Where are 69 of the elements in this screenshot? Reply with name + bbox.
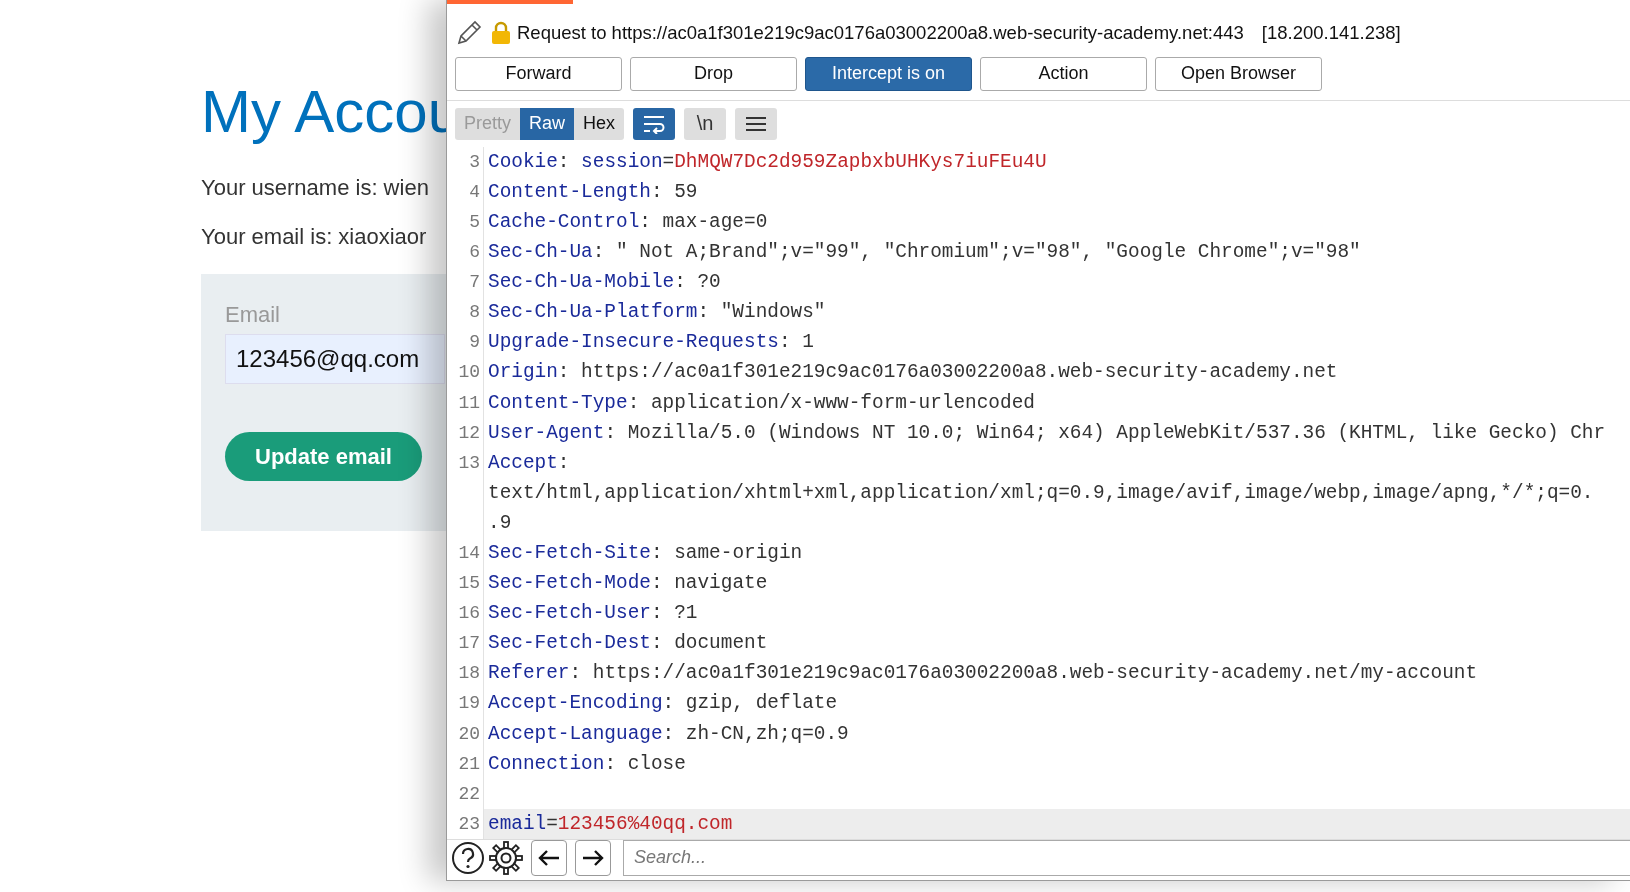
line-number: 19 [458, 693, 480, 714]
code-line: Accept: [488, 451, 570, 474]
email-text: Your email is: xiaoxiaor [201, 225, 427, 249]
line-number: 21 [458, 753, 480, 774]
line-number: 15 [458, 573, 480, 594]
view-tab[interactable]: Raw [520, 107, 575, 140]
line-number: 13 [458, 452, 480, 473]
code-line: Accept-Language: zh-CN,zh;q=0.9 [488, 722, 849, 745]
code-line: Cache-Control: max-age=0 [488, 210, 768, 233]
menu-icon [745, 114, 768, 133]
line-number: 17 [458, 633, 480, 654]
search-field[interactable]: Search... [623, 839, 1630, 876]
menu-button[interactable] [735, 107, 778, 140]
toolbar-button[interactable]: Drop [630, 56, 797, 91]
code-line: Sec-Ch-Ua: " Not A;Brand";v="99", "Chromium";v="98", "Google Chrome";v="98" [488, 241, 1361, 264]
line-number: 20 [458, 723, 480, 744]
newline-toggle-button[interactable]: \n [684, 107, 727, 140]
code-line: Sec-Fetch-User: ?1 [488, 602, 698, 625]
line-number: 18 [458, 663, 480, 684]
help-icon [451, 840, 485, 875]
code-line: .9 [488, 511, 512, 534]
forward-button[interactable] [575, 839, 611, 876]
wrap-toggle-button[interactable] [633, 107, 676, 140]
line-number: 7 [469, 272, 480, 293]
code-line: email=123456%40qq.com [488, 812, 733, 835]
line-number: 10 [458, 362, 480, 383]
line-number: 3 [469, 151, 480, 172]
settings-icon [489, 840, 523, 875]
toolbar-button[interactable]: Intercept is on [805, 56, 972, 91]
right-arrow-icon [581, 847, 605, 868]
wrap-icon [642, 113, 667, 134]
line-number: 14 [458, 543, 480, 563]
code-line: Sec-Ch-Ua-Platform: "Windows" [488, 301, 826, 324]
ip-address-text: [18.200.141.238] [1261, 22, 1401, 45]
code-line: text/html,application/xhtml+xml,application/xml;q=0.9,image/avif,image/webp,image/apng,*/*;q=0. [488, 481, 1594, 504]
code-line: Origin: https://ac0a1f301e219c9ac0176a03002200a8.web-security-academy.net [488, 361, 1338, 384]
code-line: Referer: https://ac0a1f301e219c9ac0176a03002200a8.web-security-academy.net/my-account [488, 662, 1478, 685]
line-number: 22 [458, 783, 480, 804]
code-line: User-Agent: Mozilla/5.0 (Windows NT 10.0; Win64; x64) AppleWebKit/537.36 (KHTML, like Gecko) Chr [488, 421, 1606, 444]
code-line: Content-Type: application/x-www-form-urlencoded [488, 391, 1035, 414]
code-line: Connection: close [488, 752, 686, 775]
line-number: 9 [469, 332, 480, 353]
username-text: Your username is: wien [201, 176, 429, 200]
code-line: Sec-Fetch-Dest: document [488, 632, 768, 655]
line-number: 12 [458, 422, 480, 443]
line-number: 11 [458, 392, 480, 413]
code-line: Sec-Fetch-Mode: navigate [488, 572, 768, 595]
request-url-text: Request to https://ac0a1f301e219c9ac0176a03002200a8.web-security-academy.net:443 [517, 22, 1244, 45]
code-line: Cookie: session=DhMQW7Dc2d959ZapbxbUHKys7iuFEu4U [488, 150, 1047, 173]
code-line: Accept-Encoding: gzip, deflate [488, 692, 838, 715]
lock-icon [491, 21, 511, 46]
back-button[interactable] [531, 839, 567, 876]
left-arrow-icon [537, 847, 561, 868]
code-line: Content-Length: 59 [488, 180, 698, 203]
view-tab[interactable]: Hex [574, 107, 625, 140]
toolbar-button[interactable]: Forward [455, 56, 622, 91]
line-number: 16 [458, 603, 480, 624]
toolbar-button[interactable]: Action [980, 56, 1147, 91]
field-label: Email [225, 302, 280, 328]
toolbar-button[interactable]: Open Browser [1155, 56, 1322, 91]
line-number: 5 [469, 211, 480, 232]
line-number: 23 [458, 813, 480, 834]
code-line: Sec-Fetch-Site: same-origin [488, 542, 803, 564]
line-number: 6 [469, 242, 480, 263]
code-line: Upgrade-Insecure-Requests: 1 [488, 331, 814, 354]
email-field[interactable]: 123456@qq.com [225, 334, 445, 384]
line-number: 8 [469, 302, 480, 323]
code-line: Sec-Ch-Ua-Mobile: ?0 [488, 271, 721, 294]
line-number: 4 [469, 181, 480, 202]
